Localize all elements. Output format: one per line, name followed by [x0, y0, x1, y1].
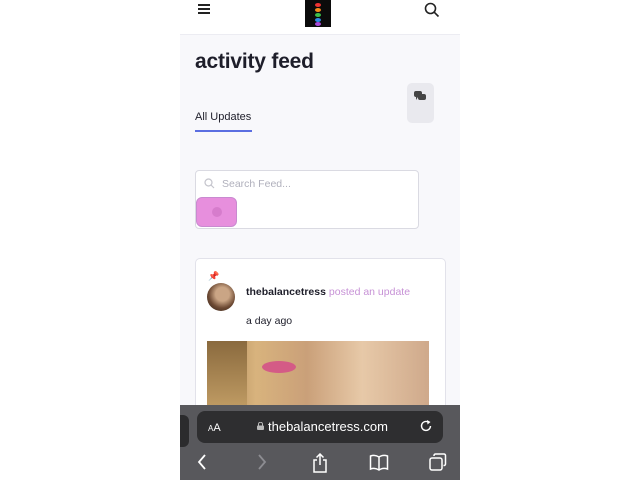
- avatar[interactable]: [207, 283, 235, 311]
- comment-button[interactable]: [407, 83, 434, 123]
- filter-icon: [212, 207, 222, 217]
- search-input[interactable]: Search Feed...: [222, 178, 291, 190]
- author-link[interactable]: thebalancetress: [246, 286, 326, 298]
- browser-toolbar: [180, 451, 460, 477]
- filter-button[interactable]: [196, 197, 237, 227]
- comment-icon: [414, 91, 426, 100]
- active-tab-indicator: [195, 130, 252, 132]
- lock-icon: [257, 422, 264, 430]
- url-text[interactable]: thebalancetress.com: [268, 419, 388, 434]
- post-action-text: posted an update: [328, 286, 411, 298]
- post-timestamp: a day ago: [246, 315, 293, 327]
- activity-post: 📌 thebalancetress posted an update a day…: [195, 258, 446, 420]
- site-header: [180, 0, 460, 35]
- bookmarks-icon[interactable]: [369, 453, 389, 471]
- page-title: activity feed: [195, 50, 314, 73]
- forward-icon[interactable]: [256, 453, 268, 471]
- tabs-icon[interactable]: [429, 453, 447, 471]
- hamburger-menu-icon[interactable]: [198, 4, 210, 14]
- browser-bar: AA thebalancetress.com: [180, 405, 460, 480]
- feed-search-box: Search Feed...: [195, 170, 419, 229]
- mobile-viewport: activity feed All Updates Search Feed...…: [180, 0, 460, 480]
- previous-tab-preview[interactable]: [180, 415, 189, 447]
- address-bar[interactable]: AA thebalancetress.com: [197, 411, 443, 443]
- reload-icon[interactable]: [419, 419, 433, 433]
- site-logo[interactable]: [305, 0, 331, 27]
- tab-all-updates[interactable]: All Updates: [195, 111, 251, 123]
- share-icon[interactable]: [311, 453, 329, 473]
- back-icon[interactable]: [196, 453, 208, 471]
- page-settings-button[interactable]: AA: [208, 422, 221, 434]
- search-icon[interactable]: [424, 2, 440, 18]
- search-icon: [204, 178, 215, 189]
- post-header: thebalancetress posted an update: [246, 285, 431, 299]
- pin-icon[interactable]: 📌: [208, 271, 219, 282]
